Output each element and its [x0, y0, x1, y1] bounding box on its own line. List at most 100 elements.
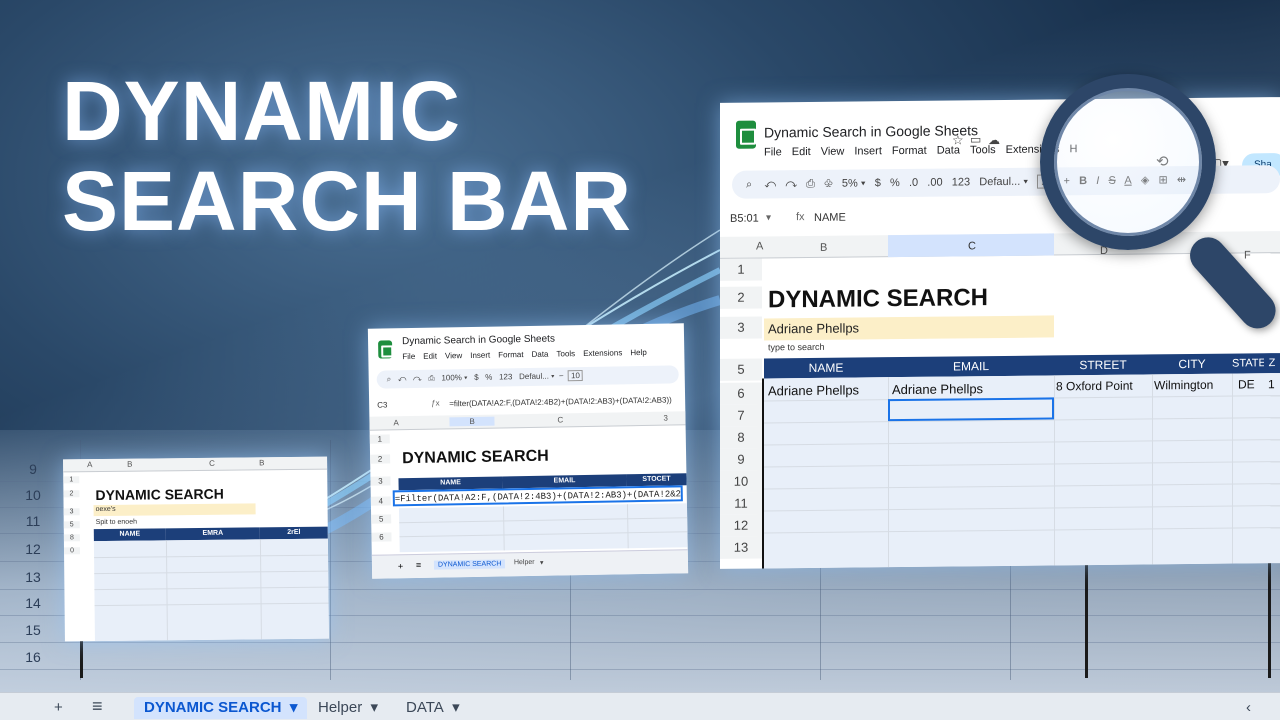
row-number: 3 [720, 316, 762, 339]
formula-bar[interactable]: NAME [814, 212, 846, 224]
all-sheets-button[interactable]: ≡ [92, 695, 103, 717]
fx-icon: fx [796, 211, 805, 224]
chevron-down-icon[interactable]: ▾ [540, 559, 544, 567]
column-header: B [259, 458, 265, 468]
row-number: 16 [25, 649, 41, 665]
menu-edit[interactable]: Edit [792, 146, 811, 158]
tab-helper[interactable]: Helper ▾ [318, 697, 378, 719]
currency-button[interactable]: $ [875, 177, 881, 189]
paint-format-icon[interactable]: ♧ [824, 178, 832, 190]
sheet-title: DYNAMIC SEARCH [401, 447, 549, 468]
column-header: B [820, 241, 828, 254]
headline-line-2: SEARCH BAR [62, 154, 633, 248]
formula-bar[interactable]: =filter(DATA!A2:F,(DATA!2:4B2)+(DATA!2:A… [449, 395, 672, 408]
row-number: 5 [720, 358, 762, 381]
menu-tools[interactable]: Tools [970, 144, 996, 156]
increase-decimal-button[interactable]: .00 [927, 177, 942, 189]
selected-cell[interactable] [888, 397, 1054, 422]
undo-icon[interactable]: ↶ [398, 374, 407, 383]
header-email: EMRA [165, 527, 260, 541]
number-format-button[interactable]: 123 [952, 176, 970, 188]
currency-button[interactable]: $ [474, 373, 479, 382]
column-header: 3 [663, 413, 668, 423]
font-size-decrease[interactable]: − [559, 371, 564, 380]
search-icon[interactable]: ⌕ [746, 179, 752, 191]
font-size-input[interactable]: 10 [567, 370, 584, 382]
namebox[interactable]: C3 [377, 400, 387, 409]
tab-dynamic-search[interactable]: DYNAMIC SEARCH ▾ [134, 697, 308, 719]
doc-title: Dynamic Search in Google Sheets [401, 333, 556, 348]
percent-button[interactable]: % [485, 373, 492, 382]
scroll-left-button[interactable]: ‹ [1246, 697, 1251, 719]
menu-view[interactable]: View [821, 146, 845, 158]
row-number: 9 [29, 461, 37, 477]
menu-tools[interactable]: Tools [556, 349, 575, 358]
menu-edit[interactable]: Edit [423, 352, 437, 361]
redo-icon[interactable]: ↷ [785, 178, 797, 190]
result-email: Adriane Phellps [892, 381, 984, 398]
chevron-down-icon: ▾ [289, 699, 298, 716]
column-header: A [393, 418, 399, 428]
search-icon[interactable]: ⌕ [387, 374, 392, 383]
row-number: 2 [370, 454, 391, 464]
row-number: 1 [369, 434, 390, 444]
chevron-down-icon: ▾ [370, 699, 379, 716]
row-number: 8 [63, 534, 80, 542]
font-select[interactable]: Defaul... [979, 176, 1020, 188]
menu-insert[interactable]: Insert [854, 145, 882, 157]
row-number: 6 [371, 532, 392, 542]
decrease-decimal-button[interactable]: .0 [909, 177, 918, 189]
column-header: A [87, 460, 93, 470]
row-number: 10 [720, 470, 762, 493]
menu-file[interactable]: File [764, 146, 782, 158]
row-number: 11 [25, 513, 41, 529]
chevron-down-icon: ▾ [452, 699, 460, 716]
menu-bar: File Edit View Insert Format Data Tools … [402, 348, 647, 361]
menu-view[interactable]: View [445, 351, 462, 360]
search-input[interactable]: Adriane Phellps [768, 320, 859, 336]
menu-format[interactable]: Format [498, 350, 523, 359]
row-number: 6 [720, 382, 762, 405]
row-number: 5 [371, 514, 392, 524]
undo-icon[interactable]: ↶ [764, 178, 776, 190]
chevron-down-icon[interactable]: ▾ [766, 212, 771, 223]
hint-text: type to search [768, 341, 825, 353]
all-sheets-button[interactable]: ≡ [416, 560, 421, 570]
tab-data[interactable]: DATA ▾ [406, 697, 460, 719]
print-icon[interactable]: ⎙ [806, 178, 815, 190]
row-number: 1 [720, 258, 762, 281]
add-sheet-button[interactable]: + [398, 561, 403, 571]
sheets-logo-icon [736, 120, 756, 149]
row-number: 0 [63, 547, 81, 555]
redo-icon[interactable]: ↷ [413, 374, 422, 383]
zoom-select[interactable]: 100% [441, 373, 462, 382]
menu-insert[interactable]: Insert [470, 351, 490, 360]
row-number: 2 [720, 286, 762, 309]
header-name: NAME [93, 528, 166, 542]
header-name: NAME [764, 357, 888, 379]
menu-data[interactable]: Data [531, 350, 548, 359]
header-street: 2rEl [259, 526, 328, 540]
result-state: DE [1238, 377, 1255, 392]
menu-file[interactable]: File [402, 352, 415, 361]
print-icon[interactable]: ⎙ [428, 374, 435, 383]
add-sheet-button[interactable]: + [54, 697, 63, 719]
magnifying-glass-icon [1040, 74, 1216, 250]
header-zip: Z [1264, 353, 1280, 374]
menu-help[interactable]: Help [630, 348, 647, 357]
font-select[interactable]: Defaul... [519, 372, 549, 382]
row-number: 2 [63, 490, 80, 498]
small-sheet-preview: A B C B 1 2 3 5 8 0 DYNAMIC SEARCH oexe'… [63, 456, 329, 642]
percent-button[interactable]: % [890, 177, 900, 189]
menu-format[interactable]: Format [892, 145, 927, 157]
menu-data[interactable]: Data [937, 144, 960, 156]
header-city: CITY [1152, 353, 1232, 375]
headline-line-1: DYNAMIC [62, 64, 461, 158]
zoom-select[interactable]: 5% [842, 177, 858, 189]
namebox[interactable]: B5:01 [730, 213, 759, 225]
number-format-button[interactable]: 123 [499, 372, 513, 381]
tab-dynamic-search[interactable]: DYNAMIC SEARCH [433, 559, 506, 570]
menu-extensions[interactable]: Extensions [583, 348, 622, 358]
sheet-title: DYNAMIC SEARCH [768, 284, 989, 314]
tab-helper[interactable]: Helper [514, 559, 535, 566]
